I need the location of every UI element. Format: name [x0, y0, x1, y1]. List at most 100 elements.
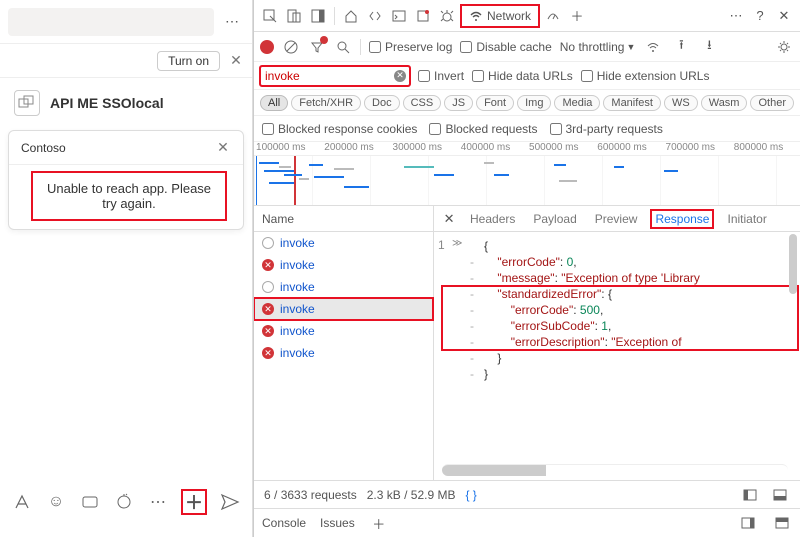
tab-headers[interactable]: Headers — [466, 210, 519, 228]
status-error-icon: ✕ — [262, 259, 274, 271]
network-tab[interactable]: Network — [461, 5, 539, 27]
sources-tab-icon[interactable] — [413, 6, 433, 26]
drawer-tabs: Console Issues ＋ — [254, 509, 800, 537]
request-row[interactable]: ✕invoke — [254, 342, 433, 364]
invert-checkbox[interactable]: Invert — [418, 69, 464, 83]
vertical-scrollbar[interactable] — [789, 234, 797, 294]
throttling-select[interactable]: No throttling ▼ — [560, 40, 636, 54]
type-filter-manifest[interactable]: Manifest — [603, 95, 661, 111]
type-filter-css[interactable]: CSS — [403, 95, 442, 111]
teams-pane: ⋯ Turn on ✕ API ME SSOlocal Contoso ✕ Un… — [0, 0, 253, 537]
horizontal-scrollbar[interactable] — [442, 464, 788, 476]
performance-tab-icon[interactable] — [543, 6, 563, 26]
blocked-requests-checkbox[interactable]: Blocked requests — [429, 122, 537, 136]
turn-on-button[interactable]: Turn on — [157, 51, 220, 71]
dock-icon[interactable] — [308, 6, 328, 26]
app-title: API ME SSOlocal — [50, 95, 164, 111]
inspect-icon[interactable] — [260, 6, 280, 26]
app-icon — [14, 90, 40, 116]
tab-payload[interactable]: Payload — [529, 210, 580, 228]
type-filter-row: All Fetch/XHR Doc CSS JS Font Img Media … — [254, 90, 800, 116]
timeline-overview[interactable] — [254, 156, 800, 206]
dialog-title: Contoso — [21, 141, 66, 155]
device-icon[interactable] — [284, 6, 304, 26]
sidebar-toggle-icon[interactable] — [740, 485, 760, 505]
request-row[interactable]: ✕invoke — [254, 320, 433, 342]
more-tools-icon[interactable]: ⋯ — [726, 6, 746, 26]
filter-value: invoke — [265, 69, 300, 83]
emoji-icon[interactable]: ☺ — [45, 491, 67, 513]
type-filter-ws[interactable]: WS — [664, 95, 698, 111]
request-row[interactable]: invoke — [254, 232, 433, 254]
type-filter-img[interactable]: Img — [517, 95, 551, 111]
drawer-sidebar-icon[interactable] — [738, 513, 758, 533]
drawer-add-tab-icon[interactable]: ＋ — [369, 513, 389, 533]
extra-filter-row: Blocked response cookies Blocked request… — [254, 116, 800, 142]
drawer-tab-issues[interactable]: Issues — [320, 516, 355, 530]
dialog-close-icon[interactable]: ✕ — [215, 139, 231, 156]
settings-icon[interactable] — [774, 37, 794, 57]
clear-button[interactable] — [282, 38, 300, 56]
reaction-icon[interactable] — [113, 491, 135, 513]
filter-input[interactable]: invoke ✕ — [260, 66, 410, 86]
drawer-toggle-icon[interactable] — [770, 485, 790, 505]
hide-data-urls-checkbox[interactable]: Hide data URLs — [472, 69, 573, 83]
braces-indicator: { } — [465, 488, 476, 502]
format-icon[interactable] — [11, 491, 33, 513]
status-none-icon — [262, 281, 274, 293]
more-icon[interactable]: ⋯ — [147, 491, 169, 513]
network-filter-row: invoke ✕ Invert Hide data URLs Hide exte… — [254, 62, 800, 90]
network-statusbar: 6 / 3633 requests 2.3 kB / 52.9 MB { } — [254, 481, 800, 509]
network-split: Name invoke ✕invoke invoke ✕invoke ✕invo… — [254, 206, 800, 481]
hide-extension-urls-checkbox[interactable]: Hide extension URLs — [581, 69, 710, 83]
debugger-tab-icon[interactable] — [437, 6, 457, 26]
dialog-header: Contoso ✕ — [9, 131, 243, 165]
type-filter-font[interactable]: Font — [476, 95, 514, 111]
type-filter-wasm[interactable]: Wasm — [701, 95, 748, 111]
welcome-tab-icon[interactable] — [341, 6, 361, 26]
drawer-tab-console[interactable]: Console — [262, 516, 306, 530]
search-input[interactable] — [8, 8, 214, 36]
devtools-pane: Network ＋ ⋯ ? ✕ Preserve log Disable cac… — [253, 0, 800, 537]
type-filter-all[interactable]: All — [260, 95, 288, 111]
close-icon[interactable]: ✕ — [228, 52, 244, 69]
blocked-response-cookies-checkbox[interactable]: Blocked response cookies — [262, 122, 417, 136]
send-button[interactable] — [219, 491, 241, 513]
type-filter-fetchxhr[interactable]: Fetch/XHR — [291, 95, 361, 111]
close-devtools-icon[interactable]: ✕ — [774, 6, 794, 26]
drawer-layout-icon[interactable] — [772, 513, 792, 533]
export-har-icon[interactable]: ⭳ — [699, 37, 719, 57]
elements-tab-icon[interactable] — [365, 6, 385, 26]
type-filter-doc[interactable]: Doc — [364, 95, 400, 111]
request-row[interactable]: ✕invoke — [254, 254, 433, 276]
tab-response[interactable]: Response — [651, 210, 713, 228]
console-tab-icon[interactable] — [389, 6, 409, 26]
filter-clear-icon[interactable]: ✕ — [394, 70, 406, 82]
add-extension-button[interactable]: ＋ — [181, 489, 207, 515]
close-detail-icon[interactable]: ✕ — [442, 209, 456, 229]
filter-toggle[interactable] — [308, 38, 326, 56]
more-icon[interactable]: ⋯ — [220, 13, 244, 30]
add-tab-icon[interactable]: ＋ — [567, 6, 587, 26]
type-filter-media[interactable]: Media — [554, 95, 600, 111]
gif-icon[interactable] — [79, 491, 101, 513]
request-row[interactable]: invoke — [254, 276, 433, 298]
record-button[interactable] — [260, 40, 274, 54]
network-controls: Preserve log Disable cache No throttling… — [254, 32, 800, 62]
type-filter-js[interactable]: JS — [444, 95, 473, 111]
third-party-checkbox[interactable]: 3rd-party requests — [550, 122, 663, 136]
devtools-toolbar: Network ＋ ⋯ ? ✕ — [254, 0, 800, 32]
disable-cache-checkbox[interactable]: Disable cache — [460, 40, 551, 54]
preserve-log-checkbox[interactable]: Preserve log — [369, 40, 452, 54]
turn-on-row: Turn on ✕ — [0, 44, 252, 78]
type-filter-other[interactable]: Other — [750, 95, 794, 111]
tab-initiator[interactable]: Initiator — [723, 210, 770, 228]
search-button[interactable] — [334, 38, 352, 56]
help-icon[interactable]: ? — [750, 6, 770, 26]
request-row-selected[interactable]: ✕invoke — [254, 298, 433, 320]
tab-preview[interactable]: Preview — [591, 210, 642, 228]
network-conditions-icon[interactable] — [643, 37, 663, 57]
status-error-icon: ✕ — [262, 303, 274, 315]
response-body[interactable]: 1≫ { - "errorCode": 0, - "message": "Exc… — [434, 232, 800, 462]
import-har-icon[interactable]: ⭱ — [671, 37, 691, 57]
